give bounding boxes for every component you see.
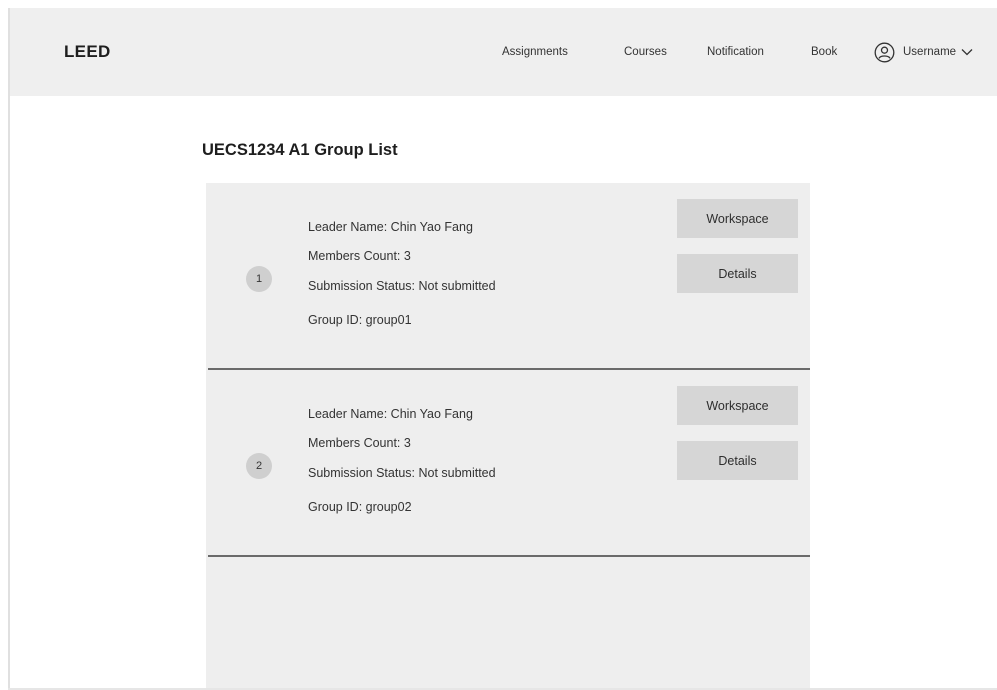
group-number-badge: 1 bbox=[246, 266, 272, 292]
nav-assignments[interactable]: Assignments bbox=[502, 46, 568, 58]
page-title: UECS1234 A1 Group List bbox=[202, 141, 398, 159]
user-circle-icon bbox=[874, 42, 895, 63]
navbar: LEED Assignments Courses Notification Bo… bbox=[10, 8, 997, 96]
group-number-badge: 2 bbox=[246, 453, 272, 479]
leader-name: Leader Name: Chin Yao Fang bbox=[308, 407, 473, 421]
group-list: 1 Leader Name: Chin Yao Fang Members Cou… bbox=[206, 183, 810, 688]
submission-status: Submission Status: Not submitted bbox=[308, 279, 496, 293]
divider bbox=[208, 555, 810, 557]
group-card: 2 Leader Name: Chin Yao Fang Members Cou… bbox=[206, 370, 810, 557]
group-id: Group ID: group01 bbox=[308, 313, 412, 327]
submission-status: Submission Status: Not submitted bbox=[308, 466, 496, 480]
nav-book[interactable]: Book bbox=[811, 46, 837, 58]
members-count: Members Count: 3 bbox=[308, 249, 411, 263]
nav-courses[interactable]: Courses bbox=[624, 46, 667, 58]
username-label: Username bbox=[903, 46, 957, 58]
workspace-button[interactable]: Workspace bbox=[677, 199, 798, 238]
brand-logo[interactable]: LEED bbox=[64, 42, 111, 62]
workspace-button[interactable]: Workspace bbox=[677, 386, 798, 425]
user-menu[interactable]: Username bbox=[874, 41, 973, 63]
group-card: 1 Leader Name: Chin Yao Fang Members Cou… bbox=[206, 183, 810, 370]
details-button[interactable]: Details bbox=[677, 441, 798, 480]
top-margin bbox=[0, 0, 997, 8]
details-button[interactable]: Details bbox=[677, 254, 798, 293]
members-count: Members Count: 3 bbox=[308, 436, 411, 450]
leader-name: Leader Name: Chin Yao Fang bbox=[308, 220, 473, 234]
chevron-down-icon bbox=[961, 48, 973, 56]
app-window: LEED Assignments Courses Notification Bo… bbox=[8, 8, 997, 688]
group-id: Group ID: group02 bbox=[308, 500, 412, 514]
nav-notification[interactable]: Notification bbox=[707, 46, 764, 58]
